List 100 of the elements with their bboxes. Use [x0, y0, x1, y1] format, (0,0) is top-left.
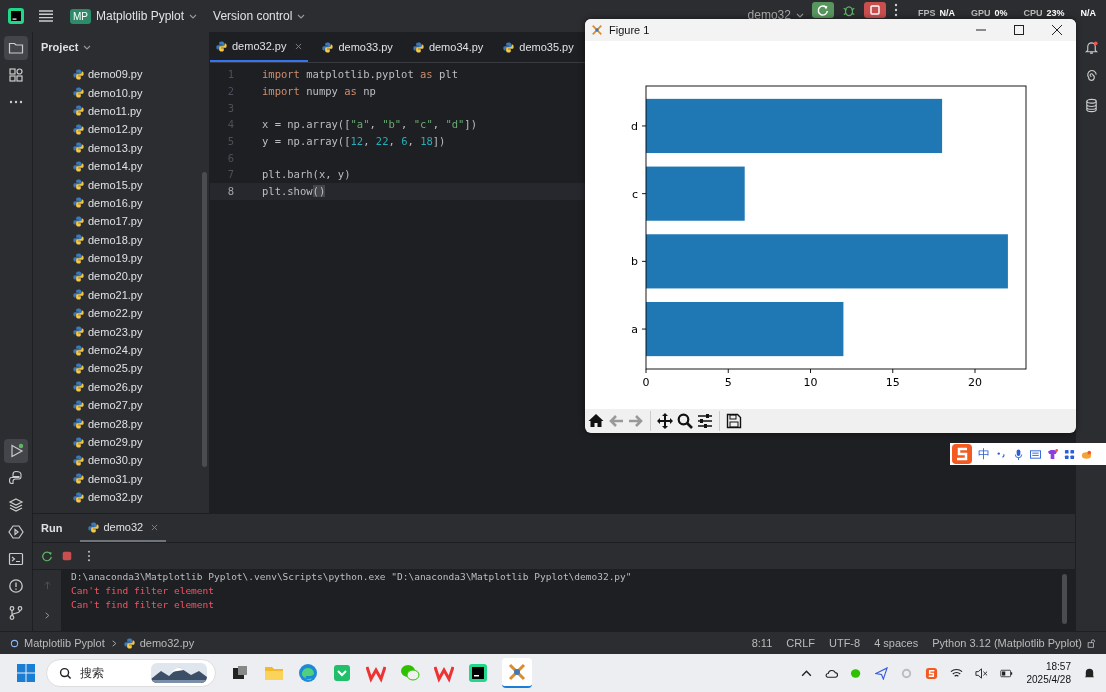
grid-icon[interactable]: [1064, 448, 1075, 460]
folder-tool-button[interactable]: [4, 36, 28, 60]
breadcrumb-item[interactable]: demo32.py: [139, 637, 195, 649]
status-item[interactable]: 8:11: [751, 637, 773, 649]
search-icon: [59, 666, 72, 680]
shirt-icon[interactable]: [1047, 448, 1058, 460]
x-tick-label: 10: [803, 376, 818, 389]
ide-icon[interactable]: [468, 663, 488, 683]
app-logo-icon[interactable]: [8, 8, 24, 24]
y-tick-label: a: [631, 323, 638, 337]
python-file-icon: [73, 362, 84, 374]
stop-button[interactable]: [863, 2, 886, 18]
more-icon[interactable]: [87, 550, 91, 562]
file-tree-item[interactable]: demo32.py: [33, 488, 209, 507]
input-mode-toggle[interactable]: 中: [978, 445, 990, 463]
run-configuration[interactable]: demo32: [747, 8, 804, 22]
python-file-icon: [73, 399, 84, 411]
file-tree-item[interactable]: demo22.py: [33, 304, 209, 323]
tick-mark: [810, 368, 811, 374]
editor-tab[interactable]: demo35.py: [497, 32, 580, 62]
rerun-icon[interactable]: [41, 550, 53, 562]
caret-icon: [189, 13, 198, 19]
microphone-icon[interactable]: [1013, 448, 1024, 460]
more-icon[interactable]: [893, 3, 898, 17]
file-tree-item[interactable]: demo12.py: [33, 120, 209, 139]
bell-icon[interactable]: [1083, 40, 1099, 55]
sliders-icon[interactable]: [697, 413, 713, 429]
file-tree-item[interactable]: demo31.py: [33, 469, 209, 488]
input-method-icon[interactable]: [924, 666, 938, 680]
file-tree-item[interactable]: demo24.py: [33, 340, 209, 360]
file-tree-item[interactable]: demo23.py: [33, 322, 209, 341]
close-icon[interactable]: [1052, 25, 1062, 35]
python-file-icon: [123, 637, 135, 649]
file-tree-item[interactable]: demo09.py: [33, 65, 209, 84]
y-tick-label: d: [631, 119, 638, 133]
file-tree-item[interactable]: demo11.py: [33, 101, 209, 121]
scrollbar[interactable]: [1062, 574, 1067, 624]
status-item[interactable]: CRLF: [786, 637, 815, 649]
version-control-menu[interactable]: Version control: [213, 9, 306, 23]
project-panel-title[interactable]: Project: [33, 32, 92, 62]
clock-time[interactable]: 18:57: [1045, 660, 1071, 673]
run-tool-button[interactable]: [4, 439, 28, 463]
rerun-button[interactable]: [811, 2, 834, 18]
file-tree-item[interactable]: demo10.py: [33, 83, 209, 102]
code-line: x = np.array(["a", "b", "c", "d"]): [262, 118, 477, 131]
status-item[interactable]: UTF-8: [829, 637, 861, 649]
file-tree-item[interactable]: demo16.py: [33, 193, 209, 213]
save-icon[interactable]: [726, 413, 742, 429]
maximize-icon[interactable]: [1014, 25, 1024, 35]
stop-icon[interactable]: [61, 550, 73, 562]
file-tree-item[interactable]: demo26.py: [33, 377, 209, 397]
file-tree-item[interactable]: demo28.py: [33, 414, 209, 433]
layers-icon: [8, 497, 24, 513]
tick-mark: [641, 193, 647, 195]
browser-icon[interactable]: [298, 663, 318, 683]
zoom-icon[interactable]: [677, 413, 693, 429]
app-icon: [507, 662, 527, 682]
notification-icon[interactable]: [1083, 666, 1096, 680]
chevron-icon[interactable]: [42, 611, 52, 621]
editor-tab[interactable]: demo32.py: [210, 32, 309, 62]
start-icon[interactable]: [16, 663, 36, 683]
file-tree-item[interactable]: demo27.py: [33, 396, 209, 415]
lock-icon[interactable]: [1087, 638, 1096, 648]
file-tree-item[interactable]: demo21.py: [33, 285, 209, 305]
code-line: plt.barh(x, y): [262, 168, 351, 181]
keyboard-icon[interactable]: [1030, 448, 1041, 460]
services-icon: [8, 524, 24, 540]
file-tree-item[interactable]: demo15.py: [33, 175, 209, 194]
scrollbar[interactable]: [202, 172, 207, 467]
file-tree-item[interactable]: demo19.py: [33, 248, 209, 268]
status-item[interactable]: 4 spaces: [874, 637, 919, 649]
editor-tab[interactable]: demo33.py: [316, 32, 399, 62]
project-selector[interactable]: MP Matplotlib Pyplot: [70, 8, 198, 24]
file-tree-item[interactable]: demo30.py: [33, 451, 209, 470]
send-icon[interactable]: [874, 666, 888, 680]
database-icon[interactable]: [1083, 98, 1099, 113]
file-tree-item[interactable]: demo13.py: [33, 138, 209, 157]
menu-icon[interactable]: [38, 9, 54, 23]
move-icon[interactable]: [657, 413, 673, 429]
figure-app-button[interactable]: [502, 658, 532, 688]
monitor-label: GPU: [970, 8, 991, 18]
monitor-label: CPU: [1023, 8, 1043, 18]
clock-date[interactable]: 2025/4/28: [1026, 673, 1071, 686]
python-file-icon: [73, 418, 84, 430]
file-tree-item[interactable]: demo29.py: [33, 432, 209, 452]
search-field[interactable]: 搜索: [46, 659, 216, 687]
file-tree-item[interactable]: demo14.py: [33, 156, 209, 176]
file-tree-item[interactable]: demo20.py: [33, 267, 209, 286]
file-tree-item[interactable]: demo17.py: [33, 212, 209, 231]
file-tree-item[interactable]: demo25.py: [33, 359, 209, 378]
bug-icon[interactable]: [841, 3, 856, 17]
input-method-logo-icon[interactable]: [952, 444, 972, 464]
file-tree-item[interactable]: demo18.py: [33, 230, 209, 249]
console-icon: [8, 470, 24, 486]
run-tab[interactable]: demo32: [80, 514, 167, 542]
breadcrumb-item[interactable]: Matplotlib Pyplot: [24, 637, 105, 649]
speaker-muted-icon[interactable]: [974, 666, 988, 680]
home-icon[interactable]: [588, 413, 604, 429]
editor-tab[interactable]: demo34.py: [406, 32, 490, 62]
status-item[interactable]: Python 3.12 (Matplotlib Pyplot): [932, 637, 1082, 649]
